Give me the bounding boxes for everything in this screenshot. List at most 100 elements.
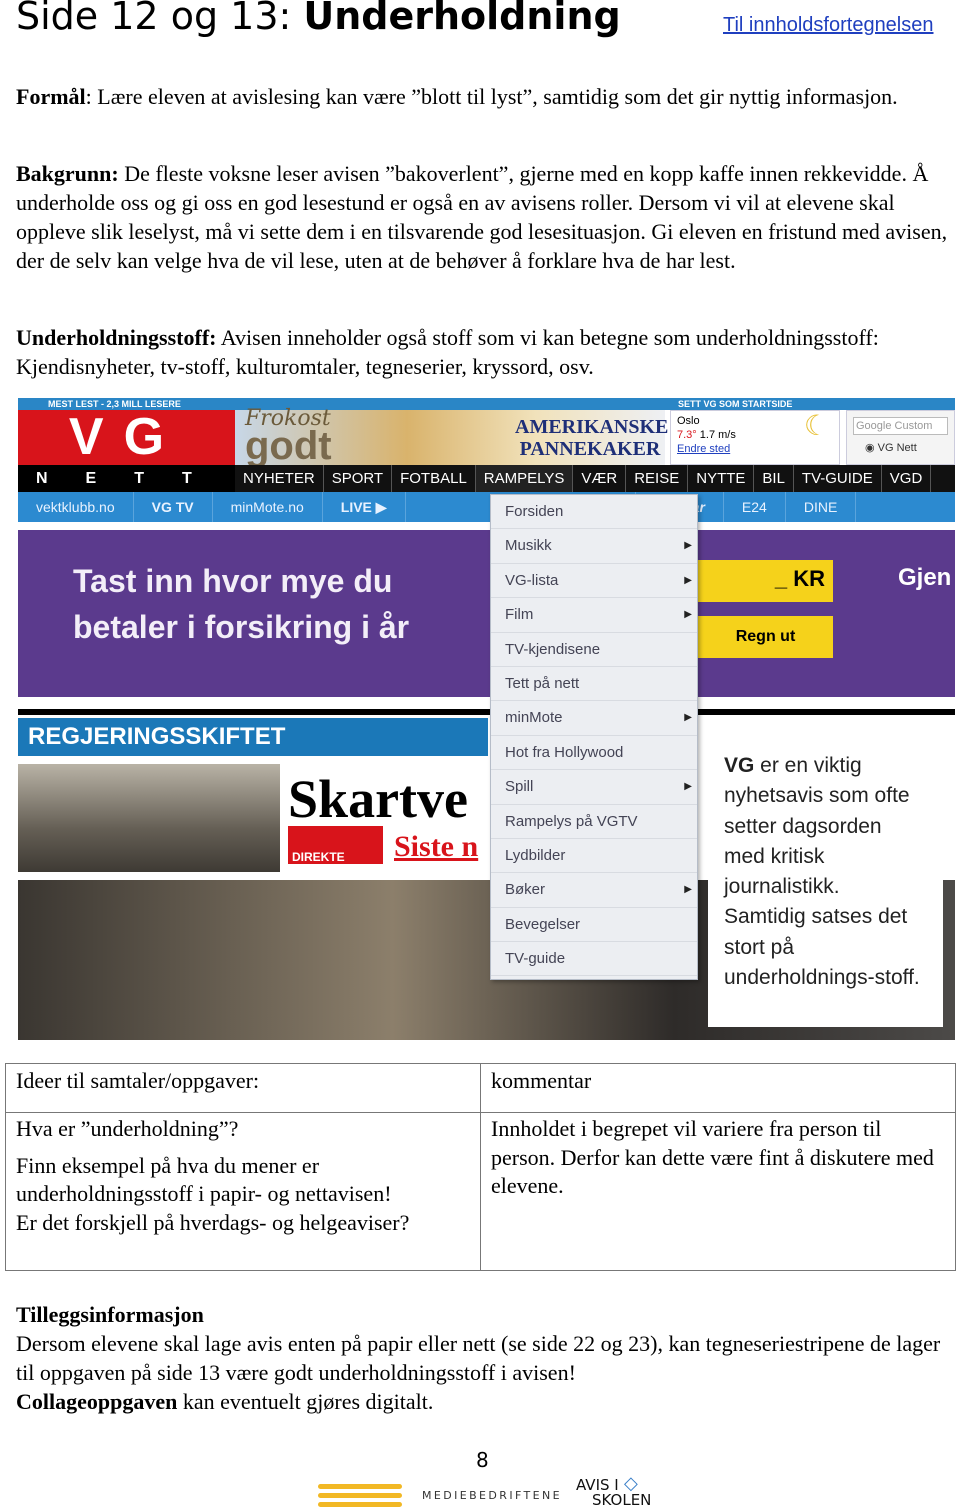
menu-item-label: Film: [505, 606, 534, 624]
menu-item[interactable]: Film ▶: [491, 598, 697, 633]
toc-link[interactable]: Til innholdsfortegnelsen: [723, 14, 934, 37]
question-3: Er det forskjell på hverdags- og helgeav…: [16, 1209, 410, 1235]
menu-item[interactable]: Spill ▶: [491, 770, 697, 805]
callout-text: er en viktig nyhetsavis som ofte setter …: [724, 754, 920, 990]
table-row: Hva er ”underholdning”? Finn eksempel på …: [5, 1112, 481, 1271]
menu-item-label: Spill: [505, 778, 534, 796]
nav-item[interactable]: REISE: [626, 465, 689, 492]
news-photo[interactable]: [18, 764, 280, 872]
book-icon: ◇: [624, 1473, 638, 1494]
question-2: Finn eksempel på hva du mener er underho…: [16, 1152, 392, 1207]
menu-item[interactable]: Musikk ▶: [491, 529, 697, 564]
vg-logo: VG: [18, 410, 235, 465]
page-number: 8: [476, 1448, 489, 1472]
callout-box: VG er en viktig nyhetsavis som ofte sett…: [708, 743, 943, 1027]
menu-item[interactable]: Bøker ▶: [491, 873, 697, 908]
menu-item[interactable]: TV-guide: [491, 942, 697, 977]
cloud-moon-icon: ☾: [803, 410, 829, 441]
logo-text-2: SKOLEN: [592, 1491, 652, 1509]
purpose-label: Formål: [16, 84, 86, 109]
nav-item[interactable]: NYTTE: [688, 465, 755, 492]
menu-item[interactable]: Bevegelser: [491, 908, 697, 943]
banner-text: Tast inn hvor mye du betaler i forsikrin…: [73, 563, 410, 645]
extra-heading: Tilleggsinformasjon: [16, 1302, 204, 1327]
menu-item-label: TV-guide: [505, 950, 566, 968]
menu-item[interactable]: Forsiden: [491, 495, 697, 530]
vg-screenshot: MEST LEST - 2,3 MILL LESERE SETT VG SOM S…: [18, 398, 955, 1040]
chevron-right-icon: ▶: [684, 884, 692, 896]
ad-banner: Frokost godt AMERIKANSKE PANNEKAKER: [235, 406, 668, 468]
calculate-button[interactable]: Regn ut: [698, 616, 833, 658]
section-banner: REGJERINGSSKIFTET: [18, 718, 488, 756]
headline[interactable]: Skartve: [288, 768, 468, 830]
nav-item[interactable]: VÆR: [573, 465, 627, 492]
weather-temp: 7.3°: [677, 429, 697, 441]
nav-item[interactable]: NYHETER: [235, 465, 324, 492]
rampelys-dropdown-menu: Forsiden Musikk ▶ VG-lista ▶ Film ▶ TV-kjendise…: [490, 494, 698, 980]
search-input[interactable]: Google Custom: [853, 417, 948, 435]
menu-item-label: Lydbilder: [505, 846, 566, 864]
menu-item[interactable]: Hot fra Hollywood: [491, 736, 697, 771]
subnav-item[interactable]: DINE: [786, 492, 857, 522]
background-paragraph: Bakgrunn: De fleste voksne leser avisen …: [16, 159, 951, 275]
menu-item[interactable]: TV-kjendisene: [491, 633, 697, 667]
section-title: REGJERINGSSKIFTET: [28, 723, 286, 750]
callout-bold: VG: [724, 754, 755, 777]
chevron-right-icon: ▶: [684, 712, 692, 724]
menu-item-label: minMote: [505, 709, 563, 727]
page-title: Side 12 og 13: Underholdning: [16, 0, 621, 38]
menu-item[interactable]: Tett på nett: [491, 667, 697, 702]
background-label: Bakgrunn:: [16, 161, 119, 186]
entertainment-paragraph: Underholdningsstoff: Avisen inneholder o…: [16, 323, 951, 381]
entertainment-label: Underholdningsstoff:: [16, 325, 217, 350]
menu-item-label: VG-lista: [505, 571, 559, 589]
menu-item[interactable]: minMote ▶: [491, 701, 697, 736]
menu-item[interactable]: VG-lista ▶: [491, 564, 697, 599]
purpose-paragraph: Formål: Lære eleven at avislesing kan væ…: [16, 82, 951, 111]
live-label: DIREKTE: [292, 850, 345, 864]
chevron-right-icon: ▶: [684, 574, 692, 586]
vg-logo-sub: NETT: [18, 465, 235, 492]
extra-bold: Collageoppgaven: [16, 1389, 178, 1414]
search-box[interactable]: Google Custom ◉ VG Nett: [846, 410, 955, 465]
subnav-item[interactable]: LIVE ▶: [323, 492, 406, 522]
menu-item-label: TV-kjendisene: [505, 640, 601, 658]
menu-item-label: Forsiden: [505, 503, 564, 520]
avis-i-skolen-logo: AVIS I SKOLEN ◇: [576, 1473, 652, 1509]
weather-wind: 1.7 m/s: [699, 429, 736, 441]
nav-item[interactable]: RAMPELYS: [475, 465, 574, 492]
nav-item[interactable]: VGD: [882, 465, 932, 492]
title-bold: Underholdning: [303, 0, 621, 38]
subnav-item[interactable]: minMote.no: [213, 492, 323, 522]
sub-nav: vektklubb.noVG TVminMote.noLIVE ▶dyrebar…: [18, 492, 955, 522]
nav-item[interactable]: BIL: [754, 465, 794, 492]
main-nav: NYHETER SPORT FOTBALL RAMPELYS VÆR REISE NYTTE…: [235, 465, 955, 492]
divider: [18, 709, 955, 715]
menu-item-label: Bøker: [505, 881, 546, 899]
mediebedriftene-logo: MEDIEBEDRIFTENE: [422, 1489, 562, 1502]
nav-item[interactable]: TV-GUIDE: [794, 465, 882, 492]
top-right-text: SETT VG SOM STARTSIDE: [678, 399, 793, 409]
subnav-item[interactable]: vektklubb.no: [18, 492, 134, 522]
banner-right-text: Gjen: [898, 564, 952, 591]
extra-text2: kan eventuelt gjøres digitalt.: [177, 1389, 434, 1414]
weather-widget: Oslo 7.3° 1.7 m/s Endre sted ☾: [670, 410, 840, 465]
menu-item[interactable]: Lydbilder: [491, 839, 697, 874]
menu-item-label: Tett på nett: [505, 674, 580, 692]
mediebedriftene-logo-icon: [318, 1484, 402, 1511]
table-header-comment: kommentar: [480, 1063, 956, 1113]
nav-item[interactable]: FOTBALL: [392, 465, 476, 492]
amount-input[interactable]: _ KR: [698, 560, 833, 602]
change-location-link[interactable]: Endre sted: [677, 442, 833, 456]
subnav-item[interactable]: VG TV: [134, 492, 213, 522]
table-header-ideas: Ideer til samtaler/oppgaver:: [5, 1063, 481, 1113]
menu-item[interactable]: Rampelys på VGTV: [491, 805, 697, 839]
nav-item[interactable]: SPORT: [324, 465, 393, 492]
vg-direkte-badge: DIREKTE: [288, 826, 383, 864]
comment-cell: Innholdet i begrepet vil variere fra per…: [480, 1112, 956, 1271]
latest-news-link[interactable]: Siste n: [394, 830, 478, 864]
subnav-item[interactable]: E24: [724, 492, 786, 522]
radio-vg-nett[interactable]: VG Nett: [878, 442, 917, 454]
ad-line2: godt: [245, 424, 332, 468]
menu-item-label: Hot fra Hollywood: [505, 743, 624, 761]
